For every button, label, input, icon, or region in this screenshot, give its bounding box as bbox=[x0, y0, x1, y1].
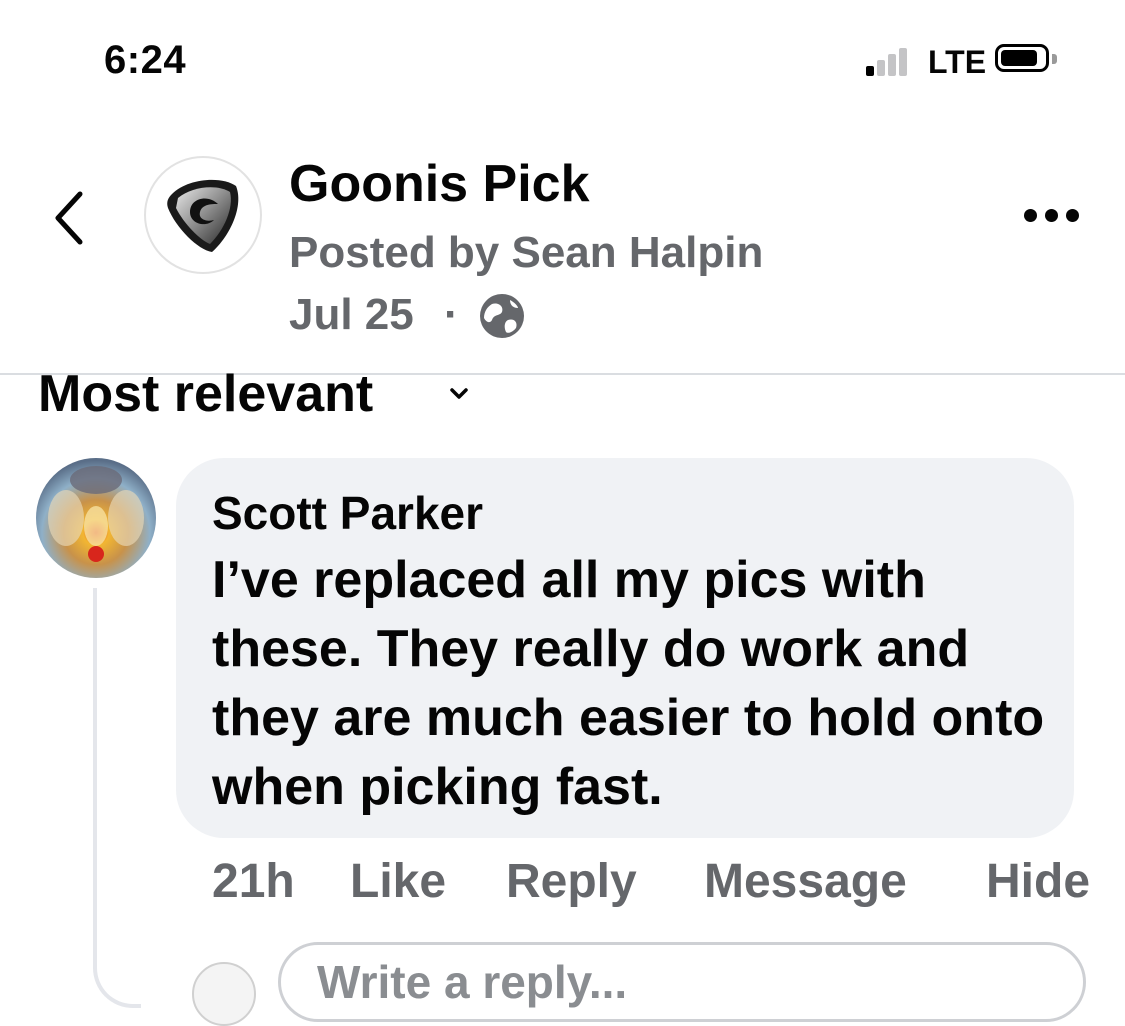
group-logo bbox=[167, 179, 239, 252]
status-bar: 6:24 LTE bbox=[0, 0, 1125, 120]
user-avatar bbox=[192, 962, 256, 1026]
date-separator: · bbox=[444, 290, 459, 339]
like-button[interactable]: Like bbox=[350, 854, 446, 909]
thread-line bbox=[93, 588, 141, 1008]
posted-by[interactable]: Posted by Sean Halpin bbox=[289, 228, 763, 278]
globe-icon bbox=[478, 292, 526, 340]
more-horizontal-icon bbox=[1024, 209, 1037, 222]
hide-button[interactable]: Hide bbox=[986, 854, 1090, 909]
post-date[interactable]: Jul 25 bbox=[289, 290, 414, 340]
comment-time[interactable]: 21h bbox=[212, 854, 295, 909]
sort-label: Most relevant bbox=[38, 365, 374, 423]
chevron-down-icon bbox=[450, 388, 468, 399]
reply-button[interactable]: Reply bbox=[506, 854, 637, 909]
signal-icon bbox=[866, 46, 918, 76]
message-button[interactable]: Message bbox=[704, 854, 907, 909]
battery-icon bbox=[995, 44, 1057, 76]
group-avatar[interactable] bbox=[144, 156, 262, 274]
network-label: LTE bbox=[928, 44, 987, 80]
more-options-button[interactable] bbox=[1024, 202, 1084, 232]
comment-bubble[interactable]: Scott Parker I’ve replaced all my pics w… bbox=[176, 458, 1074, 838]
comment-text: I’ve replaced all my pics with these. Th… bbox=[212, 551, 1045, 816]
commenter-avatar[interactable] bbox=[36, 458, 156, 578]
back-button[interactable] bbox=[50, 188, 90, 248]
group-name[interactable]: Goonis Pick bbox=[289, 154, 590, 214]
status-time: 6:24 bbox=[104, 38, 187, 82]
comment-author[interactable]: Scott Parker bbox=[212, 486, 483, 540]
chevron-left-icon bbox=[55, 191, 83, 245]
reply-input[interactable] bbox=[278, 942, 1086, 1022]
